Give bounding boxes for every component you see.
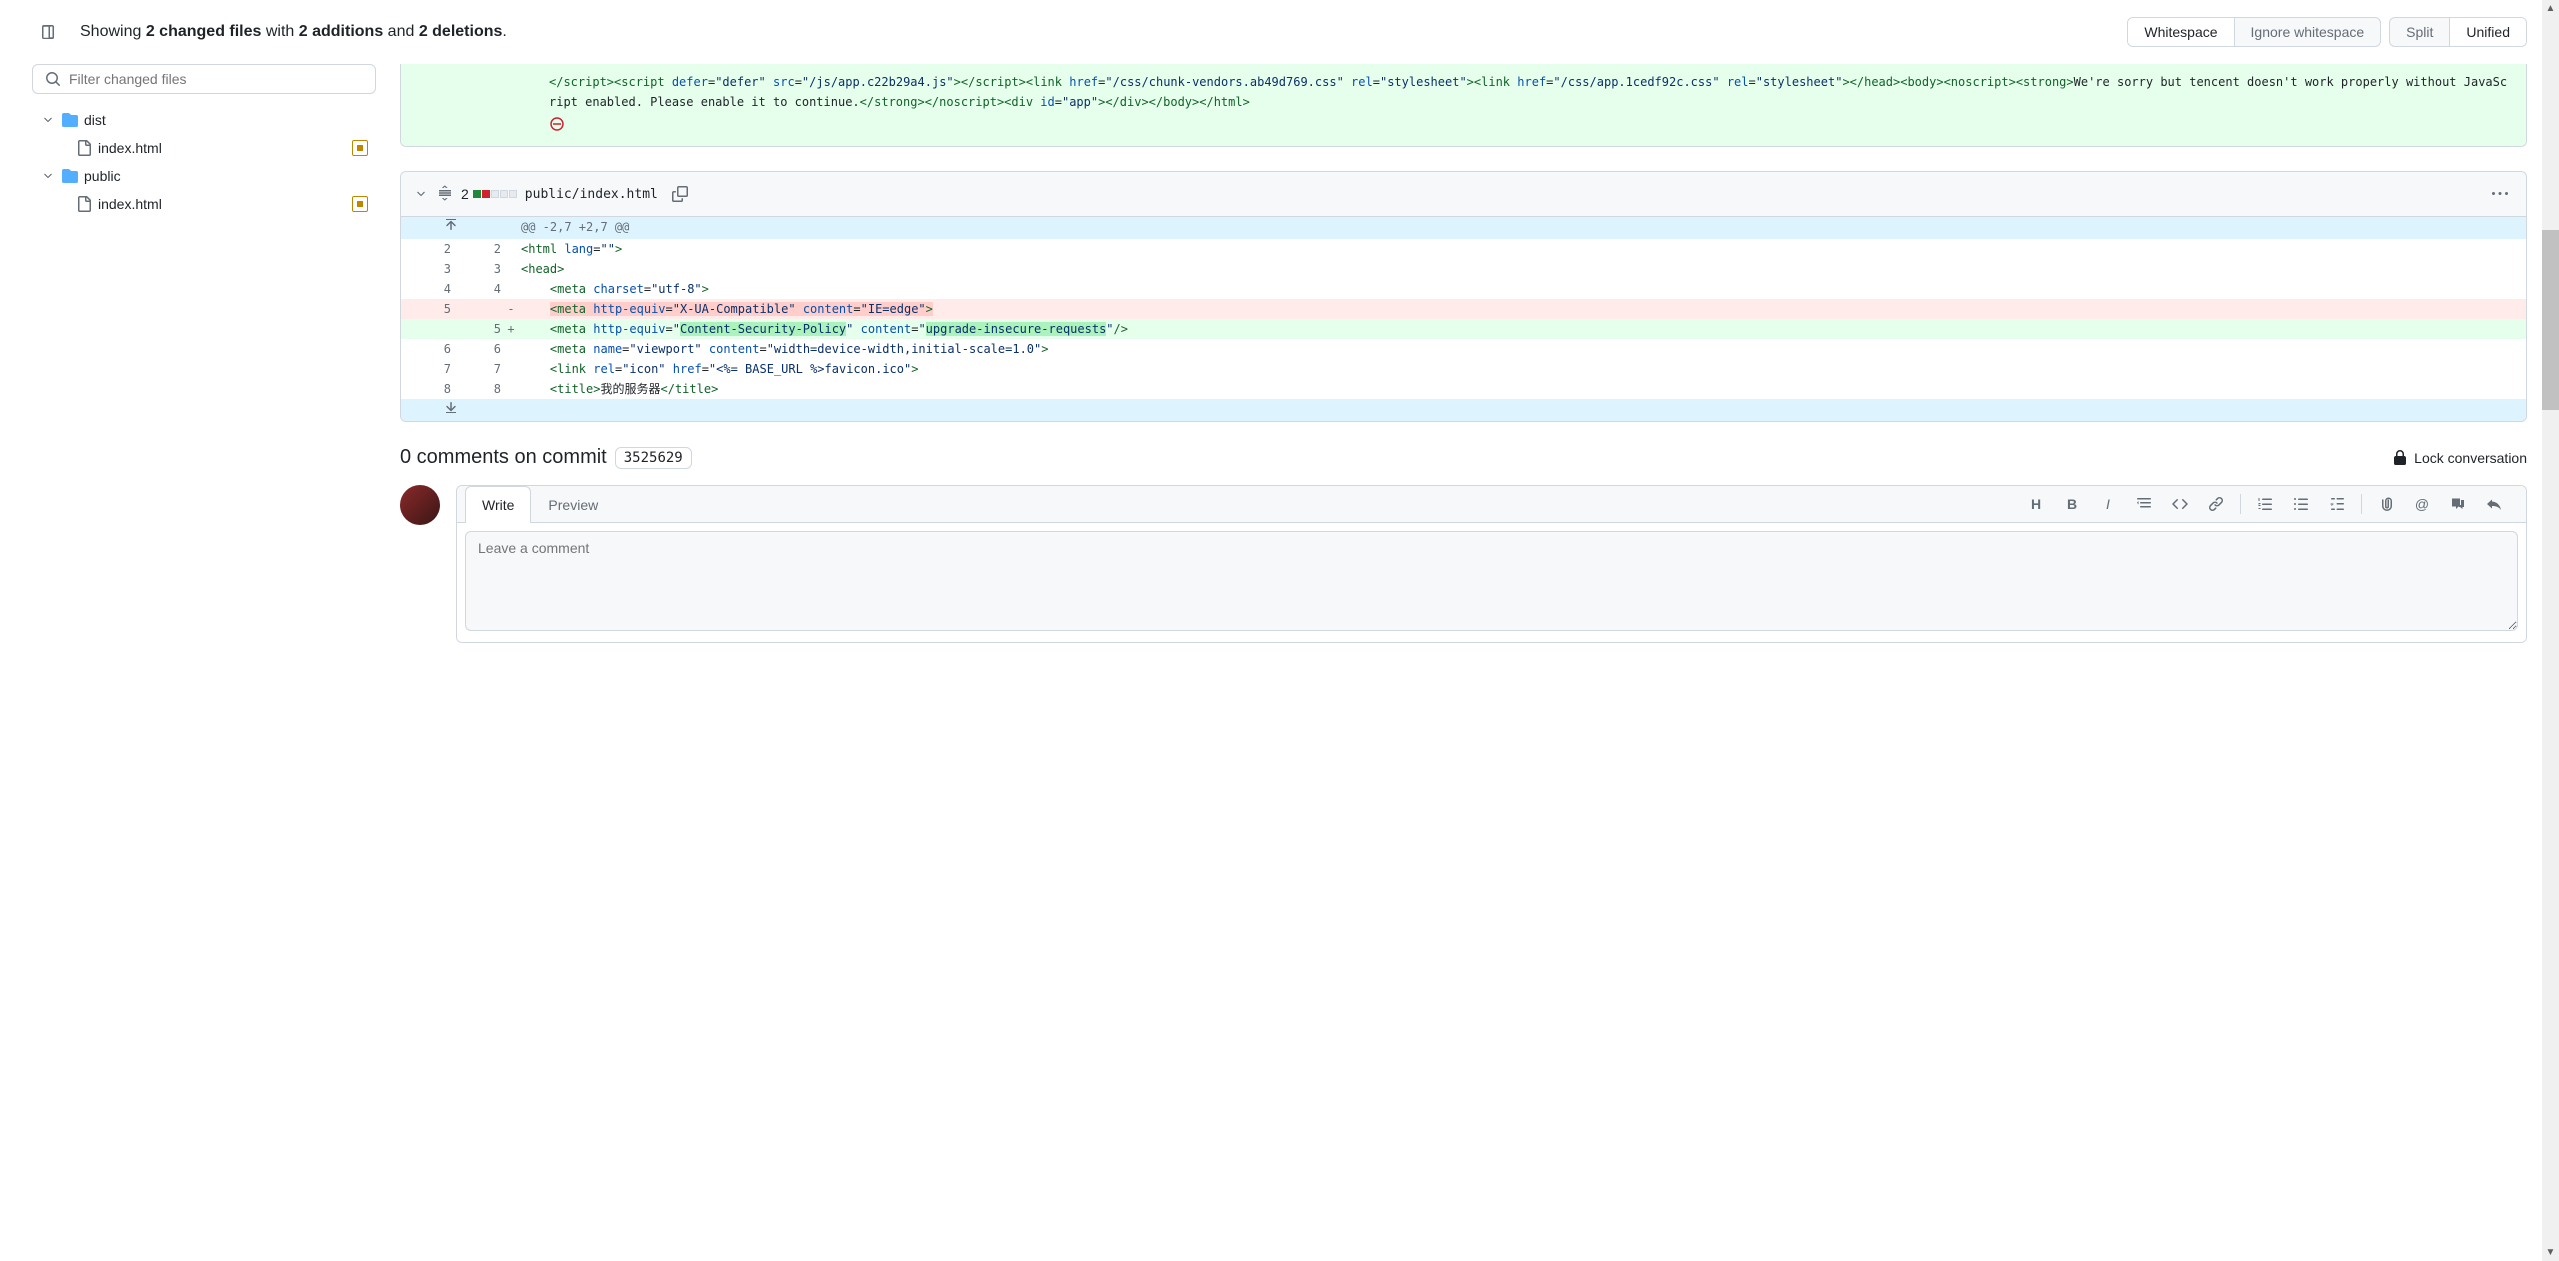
commit-sha: 3525629 — [615, 447, 692, 469]
folder-icon — [62, 112, 78, 128]
file-icon — [76, 196, 92, 212]
diff-line-addition: 5+ <meta http-equiv="Content-Security-Po… — [401, 319, 2526, 339]
folder-label: dist — [84, 112, 106, 128]
filter-input[interactable] — [69, 71, 363, 87]
tree-folder-public[interactable]: public — [32, 162, 376, 190]
tree-file-public-index[interactable]: index.html — [32, 190, 376, 218]
scrollbar[interactable]: ▲ ▼ — [2542, 0, 2559, 1261]
file-tree: dist index.html public index.html — [32, 64, 376, 218]
code-icon[interactable] — [2164, 490, 2196, 518]
mention-icon[interactable]: @ — [2406, 490, 2438, 518]
diff-stat-squares — [473, 190, 517, 198]
chevron-down-icon — [40, 112, 56, 128]
change-count: 2 — [461, 186, 469, 202]
heading-icon[interactable]: H — [2020, 490, 2052, 518]
scroll-up-arrow[interactable]: ▲ — [2542, 0, 2559, 17]
cross-reference-icon[interactable] — [2442, 490, 2474, 518]
modified-icon — [352, 196, 368, 212]
quote-icon[interactable] — [2128, 490, 2160, 518]
whitespace-toggle: Whitespace Ignore whitespace — [2127, 17, 2381, 47]
diff-file-public-index: 2 public/index.html @@ -2,7 +2,7 @@ — [400, 171, 2527, 422]
file-label: index.html — [98, 196, 162, 212]
comments-title: 0 comments on commit 3525629 — [400, 446, 692, 469]
diff-addition-line: </script><script defer="defer" src="/js/… — [401, 64, 2526, 146]
unordered-list-icon[interactable] — [2285, 490, 2317, 518]
chevron-down-icon — [40, 168, 56, 184]
diff-summary: Showing 2 changed files with 2 additions… — [80, 23, 2111, 41]
filter-box[interactable] — [32, 64, 376, 94]
folder-icon — [62, 168, 78, 184]
whitespace-button[interactable]: Whitespace — [2128, 18, 2233, 46]
ordered-list-icon[interactable] — [2249, 490, 2281, 518]
diff-line-deletion: 5- <meta http-equiv="X-UA-Compatible" co… — [401, 299, 2526, 319]
diff-line-context: 44 <meta charset="utf-8"> — [401, 279, 2526, 299]
modified-icon — [352, 140, 368, 156]
file-label: index.html — [98, 140, 162, 156]
bold-icon[interactable]: B — [2056, 490, 2088, 518]
file-path[interactable]: public/index.html — [525, 187, 658, 202]
split-button[interactable]: Split — [2390, 18, 2449, 46]
lock-icon — [2392, 450, 2408, 466]
copy-path-button[interactable] — [666, 180, 694, 208]
diff-line-context: 22<html lang=""> — [401, 239, 2526, 259]
attach-icon[interactable] — [2370, 490, 2402, 518]
diff-line-context: 66 <meta name="viewport" content="width=… — [401, 339, 2526, 359]
write-tab[interactable]: Write — [465, 486, 531, 523]
folder-label: public — [84, 168, 121, 184]
preview-tab[interactable]: Preview — [531, 486, 615, 523]
link-icon[interactable] — [2200, 490, 2232, 518]
italic-icon[interactable]: I — [2092, 490, 2124, 518]
diff-file-dist-index: </script><script defer="defer" src="/js/… — [400, 64, 2527, 147]
collapse-icon[interactable] — [413, 186, 429, 202]
file-menu-button[interactable] — [2486, 180, 2514, 208]
comment-box: Write Preview H B I — [456, 485, 2527, 643]
diff-line-context: 88 <title>我的服务器</title> — [401, 379, 2526, 399]
unified-button[interactable]: Unified — [2449, 18, 2526, 46]
search-icon — [45, 71, 61, 87]
hunk-header: @@ -2,7 +2,7 @@ — [401, 217, 2526, 239]
diff-line-context: 77 <link rel="icon" href="<%= BASE_URL %… — [401, 359, 2526, 379]
scroll-down-arrow[interactable]: ▼ — [2542, 1244, 2559, 1261]
diff-table: @@ -2,7 +2,7 @@ 22<html lang=""> 33<head… — [401, 217, 2526, 421]
file-icon — [76, 140, 92, 156]
reply-icon[interactable] — [2478, 490, 2510, 518]
no-newline-icon — [549, 116, 565, 132]
user-avatar[interactable] — [400, 485, 440, 525]
tree-file-dist-index[interactable]: index.html — [32, 134, 376, 162]
ignore-whitespace-button[interactable]: Ignore whitespace — [2234, 18, 2381, 46]
diff-layout-toggle: Split Unified — [2389, 17, 2527, 47]
hunk-footer — [401, 399, 2526, 421]
diff-line-context: 33<head> — [401, 259, 2526, 279]
markdown-toolbar: H B I @ — [2020, 490, 2518, 518]
expand-down-icon[interactable] — [443, 399, 459, 415]
expand-all-icon[interactable] — [437, 185, 453, 204]
tree-folder-dist[interactable]: dist — [32, 106, 376, 134]
lock-conversation-button[interactable]: Lock conversation — [2392, 450, 2527, 466]
task-list-icon[interactable] — [2321, 490, 2353, 518]
scrollbar-thumb[interactable] — [2542, 230, 2559, 410]
comment-textarea[interactable] — [465, 531, 2518, 631]
sidebar-toggle-button[interactable] — [32, 16, 64, 48]
expand-up-icon[interactable] — [443, 217, 459, 233]
